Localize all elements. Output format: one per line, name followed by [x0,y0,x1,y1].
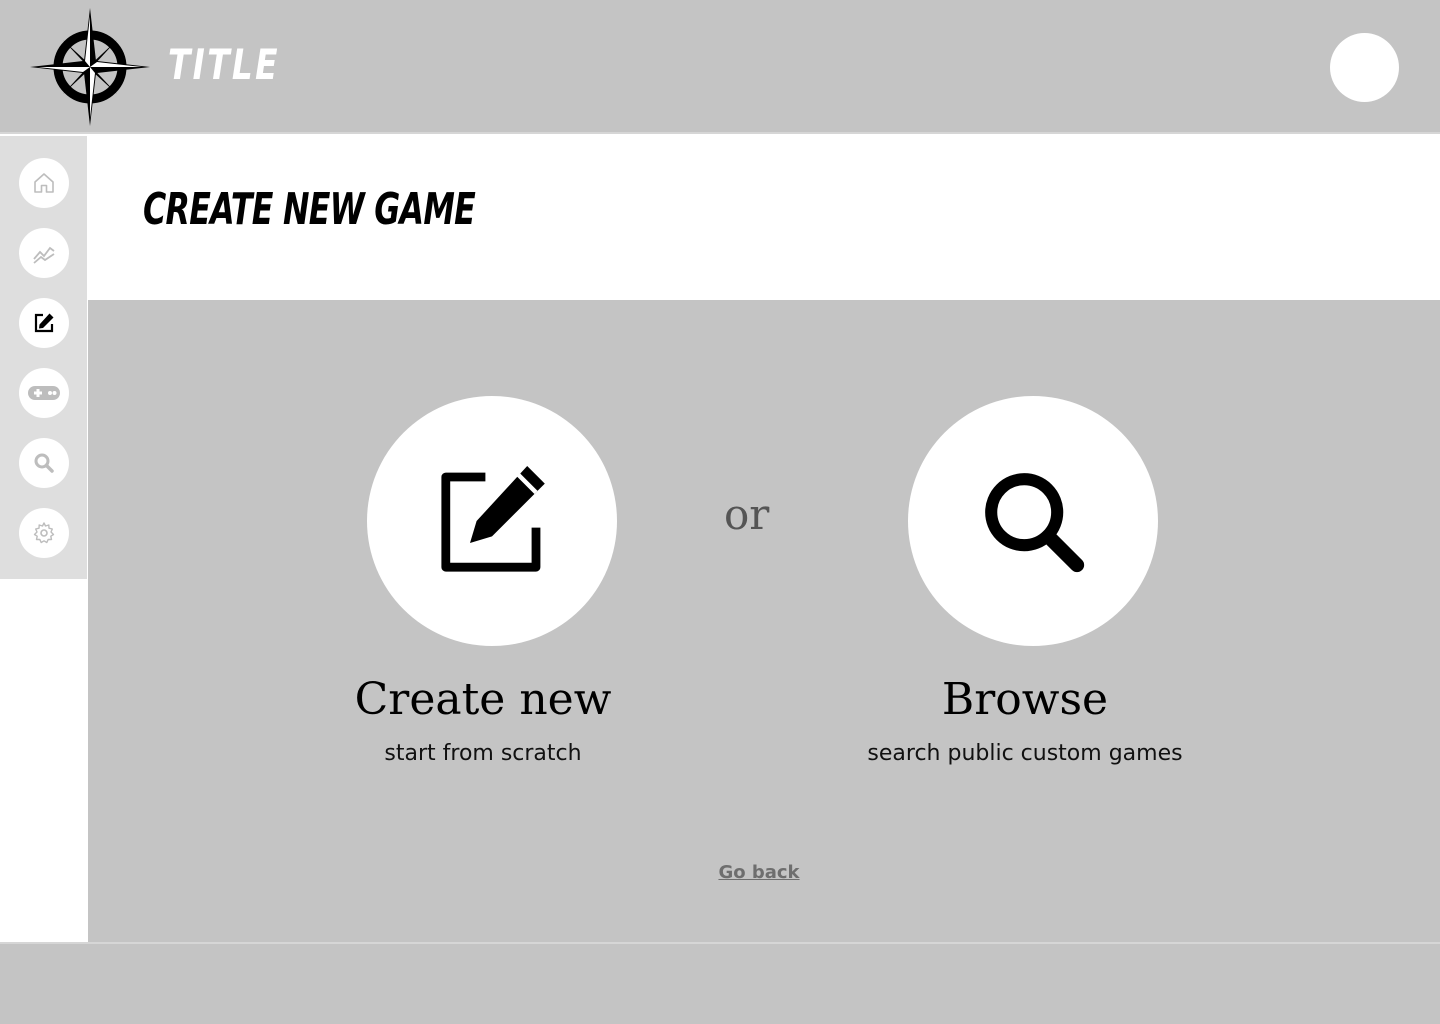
home-icon [34,173,54,193]
browse-title[interactable]: Browse [825,674,1225,725]
or-separator: or [724,490,770,539]
main-content: Create new start from scratch or Browse … [88,300,1440,942]
sidebar-item-games[interactable] [19,368,69,418]
sidebar [0,136,87,579]
sidebar-item-stats[interactable] [19,228,69,278]
page-title: Create new game [143,184,476,235]
footer [0,942,1440,1024]
browse-button[interactable] [908,396,1158,646]
brand-title: TITLE [168,40,280,89]
user-avatar[interactable] [1330,33,1399,102]
search-icon [34,453,54,473]
sidebar-item-search[interactable] [19,438,69,488]
go-back-link[interactable]: Go back [708,862,810,883]
app-header: TITLE [0,0,1440,134]
chart-line-icon [33,246,55,264]
create-new-subtitle: start from scratch [384,741,582,766]
sidebar-item-create[interactable] [19,298,69,348]
create-new-button[interactable] [367,396,617,646]
create-new-title[interactable]: Create new [283,674,683,725]
gamepad-icon [28,386,60,400]
page-header: Create new game [88,136,1440,300]
browse-subtitle: search public custom games [867,741,1183,766]
gear-icon [33,522,55,544]
sidebar-item-home[interactable] [19,158,69,208]
sidebar-item-settings[interactable] [19,508,69,558]
search-icon [985,473,1085,573]
edit-icon [34,313,54,333]
compass-rose-icon[interactable] [30,8,150,126]
edit-icon [441,466,545,572]
